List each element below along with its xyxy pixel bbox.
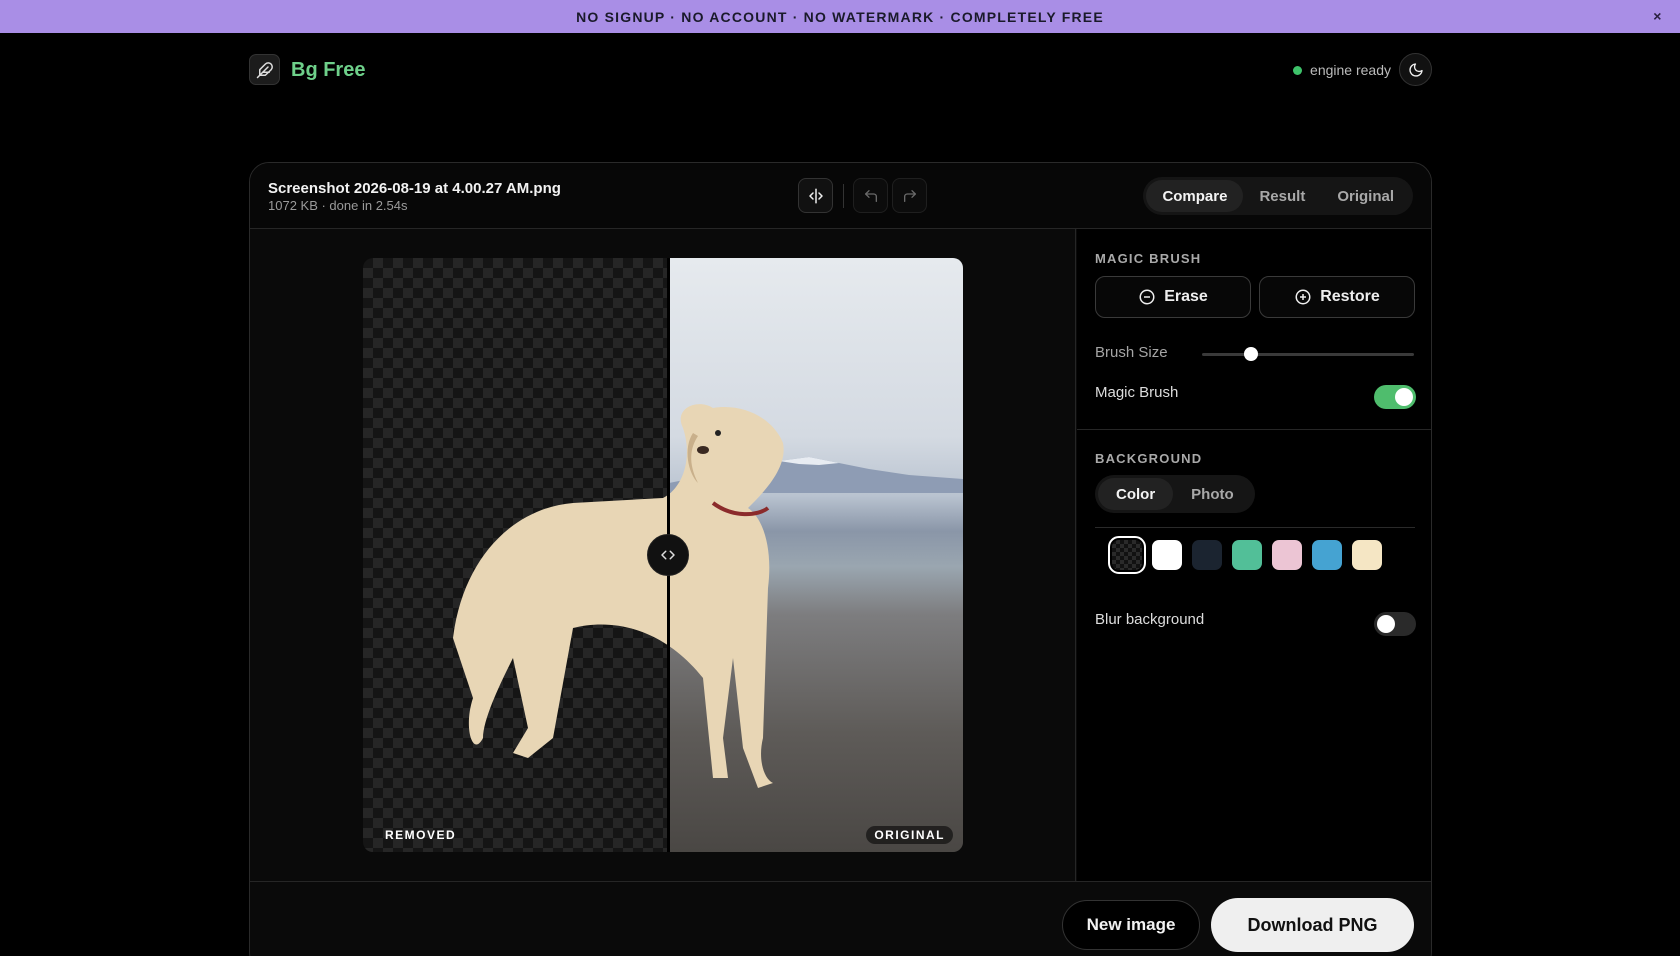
background-mode-switch: Color Photo	[1095, 475, 1255, 513]
swatch-color[interactable]	[1232, 540, 1262, 570]
swatch-color[interactable]	[1352, 540, 1382, 570]
compare-viewer[interactable]: REMOVED ORIGINAL	[363, 258, 963, 852]
magic-brush-heading: MAGIC BRUSH	[1095, 251, 1202, 266]
banner-text: NO SIGNUP · NO ACCOUNT · NO WATERMARK · …	[576, 8, 1104, 25]
file-meta: 1072 KB · done in 2.54s	[268, 198, 408, 213]
editor-card: Screenshot 2026-08-19 at 4.00.27 AM.png …	[249, 162, 1432, 956]
redo-icon	[903, 189, 916, 202]
brush-size-thumb[interactable]	[1243, 347, 1258, 361]
app-name[interactable]: Bg Free	[291, 59, 365, 82]
feather-icon[interactable]	[249, 54, 280, 85]
color-swatches	[1108, 536, 1382, 574]
preview-stage: REMOVED ORIGINAL	[250, 229, 1076, 881]
settings-panel: MAGIC BRUSH Erase Restore Brush Size Mag…	[1077, 229, 1431, 881]
background-heading: BACKGROUND	[1095, 451, 1203, 466]
toolbar-divider	[843, 184, 844, 208]
new-image-button[interactable]: New image	[1062, 900, 1200, 950]
swatch-color[interactable]	[1192, 540, 1222, 570]
app-header: Bg Free engine ready	[249, 53, 1432, 87]
tab-color[interactable]: Color	[1098, 478, 1174, 510]
swatch-color[interactable]	[1312, 540, 1342, 570]
tab-photo[interactable]: Photo	[1173, 478, 1252, 510]
engine-status: engine ready	[1293, 62, 1391, 78]
drag-arrows-icon	[661, 550, 675, 560]
plus-circle-icon	[1295, 289, 1311, 305]
view-mode-switch: Compare Result Original	[1143, 177, 1413, 215]
magic-brush-toggle[interactable]	[1374, 385, 1416, 409]
editor-toolbar: Screenshot 2026-08-19 at 4.00.27 AM.png …	[250, 163, 1431, 229]
restore-button[interactable]: Restore	[1259, 276, 1415, 318]
blur-background-label: Blur background	[1095, 611, 1205, 628]
moon-icon	[1408, 62, 1423, 77]
undo-button[interactable]	[853, 178, 888, 213]
close-icon[interactable]: ×	[1650, 8, 1666, 24]
restore-label: Restore	[1320, 288, 1380, 305]
erase-button[interactable]: Erase	[1095, 276, 1251, 318]
engine-status-text: engine ready	[1310, 62, 1391, 78]
split-view-button[interactable]	[798, 178, 833, 213]
blur-background-toggle[interactable]	[1374, 612, 1416, 636]
tab-result[interactable]: Result	[1243, 180, 1321, 212]
brush-size-slider[interactable]	[1202, 347, 1414, 361]
file-name: Screenshot 2026-08-19 at 4.00.27 AM.png	[268, 180, 561, 197]
original-label: ORIGINAL	[866, 826, 953, 844]
action-bar: New image Download PNG	[250, 881, 1431, 956]
promo-banner: NO SIGNUP · NO ACCOUNT · NO WATERMARK · …	[0, 0, 1680, 33]
swatch-color[interactable]	[1152, 540, 1182, 570]
background-divider	[1095, 527, 1415, 528]
swatch-transparent[interactable]	[1108, 536, 1146, 574]
status-dot-icon	[1293, 65, 1303, 75]
undo-icon	[864, 189, 877, 202]
download-png-button[interactable]: Download PNG	[1211, 898, 1414, 952]
redo-button[interactable]	[892, 178, 927, 213]
panel-divider	[1077, 429, 1431, 430]
split-icon	[808, 188, 823, 203]
tab-original[interactable]: Original	[1321, 180, 1410, 212]
tab-compare[interactable]: Compare	[1146, 180, 1244, 212]
minus-circle-icon	[1139, 289, 1155, 305]
erase-label: Erase	[1164, 288, 1208, 305]
removed-label: REMOVED	[385, 828, 457, 842]
swatch-color[interactable]	[1272, 540, 1302, 570]
magic-brush-toggle-label: Magic Brush	[1095, 384, 1179, 401]
split-handle[interactable]	[647, 534, 689, 576]
theme-toggle-button[interactable]	[1399, 53, 1432, 86]
brush-size-label: Brush Size	[1095, 344, 1168, 361]
